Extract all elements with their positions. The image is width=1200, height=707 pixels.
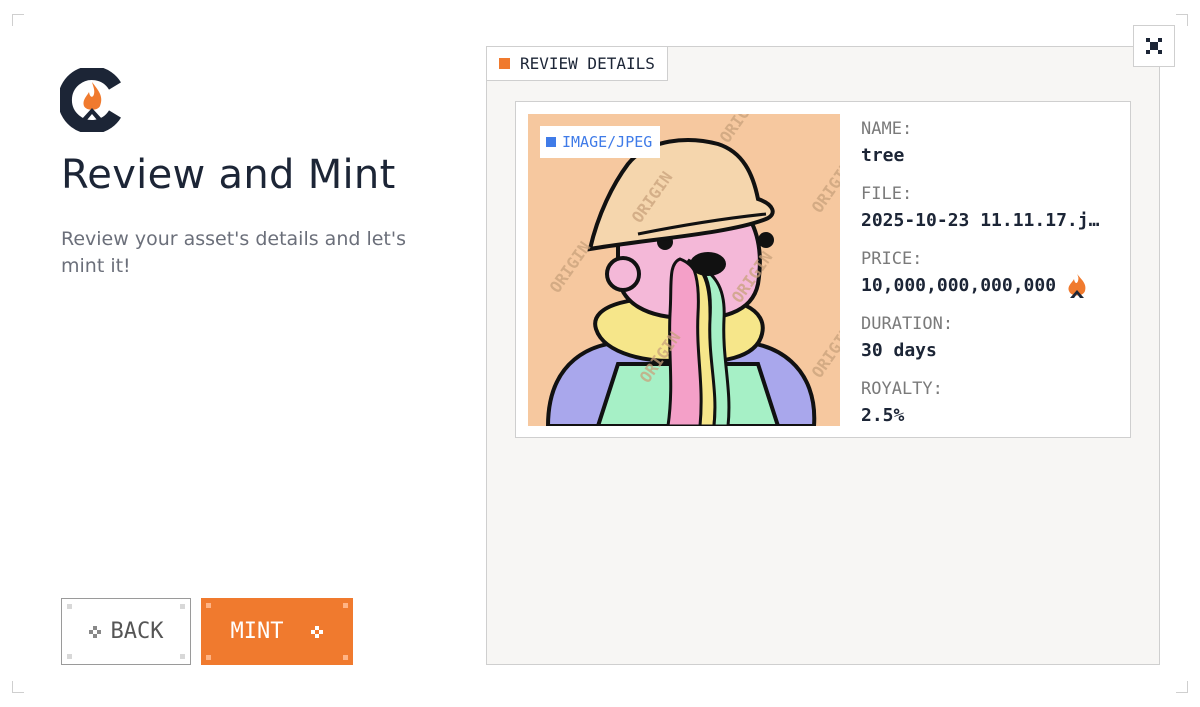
button-corner-dot [206,655,211,660]
page-subtitle: Review your asset's details and let's mi… [61,228,406,277]
frame-corner-top-right [1176,14,1188,26]
asset-summary-card: ORIGIN ORIGIN ORIGIN ORIGIN ORIGIN ORIGI… [515,101,1131,438]
flame-icon [1068,273,1086,298]
price-value: 10,000,000,000,000 [861,275,1057,296]
button-corner-dot [180,604,185,609]
frame-corner-bottom-right [1176,681,1188,693]
expand-button[interactable] [1133,25,1175,67]
review-details-tab-label: REVIEW DETAILS [520,54,655,73]
nft-artwork: ORIGIN ORIGIN ORIGIN ORIGIN ORIGIN ORIGI… [528,114,840,426]
frame-corner-bottom-left [12,681,24,693]
mint-button-label: MINT [230,619,284,644]
button-corner-dot [67,654,72,659]
duration-label: DURATION: [861,314,954,334]
frame-corner-top-left [12,14,24,26]
royalty-value: 2.5% [861,405,905,426]
asset-details-list: NAME: tree FILE: 2025-10-23 11.11.17.j… … [861,116,1121,441]
media-type-badge: IMAGE/JPEG [540,126,661,158]
asset-preview-image: ORIGIN ORIGIN ORIGIN ORIGIN ORIGIN ORIGI… [528,114,840,426]
royalty-label: ROYALTY: [861,379,943,399]
review-details-tab: REVIEW DETAILS [487,47,668,81]
file-value: 2025-10-23 11.11.17.j… [861,210,1100,231]
pixel-arrow-right-icon [311,625,324,638]
duration-value: 30 days [861,340,937,361]
back-button-label: BACK [110,619,164,644]
media-type-label: IMAGE/JPEG [562,133,653,151]
pixel-arrow-left-icon [88,625,101,638]
expand-icon [1146,38,1162,54]
brand-logo [60,68,121,132]
back-button[interactable]: BACK [61,598,191,665]
price-row: 10,000,000,000,000 [861,272,1121,299]
page-title: Review and Mint [61,152,396,198]
button-corner-dot [180,654,185,659]
button-corner-dot [206,603,211,608]
media-type-marker-icon [546,137,556,147]
tab-marker-icon [499,58,510,69]
name-label: NAME: [861,119,913,139]
file-label: FILE: [861,184,913,204]
name-value: tree [861,145,905,166]
button-corner-dot [343,655,348,660]
button-corner-dot [67,604,72,609]
price-label: PRICE: [861,249,923,269]
mint-button[interactable]: MINT [201,598,353,665]
button-corner-dot [343,603,348,608]
